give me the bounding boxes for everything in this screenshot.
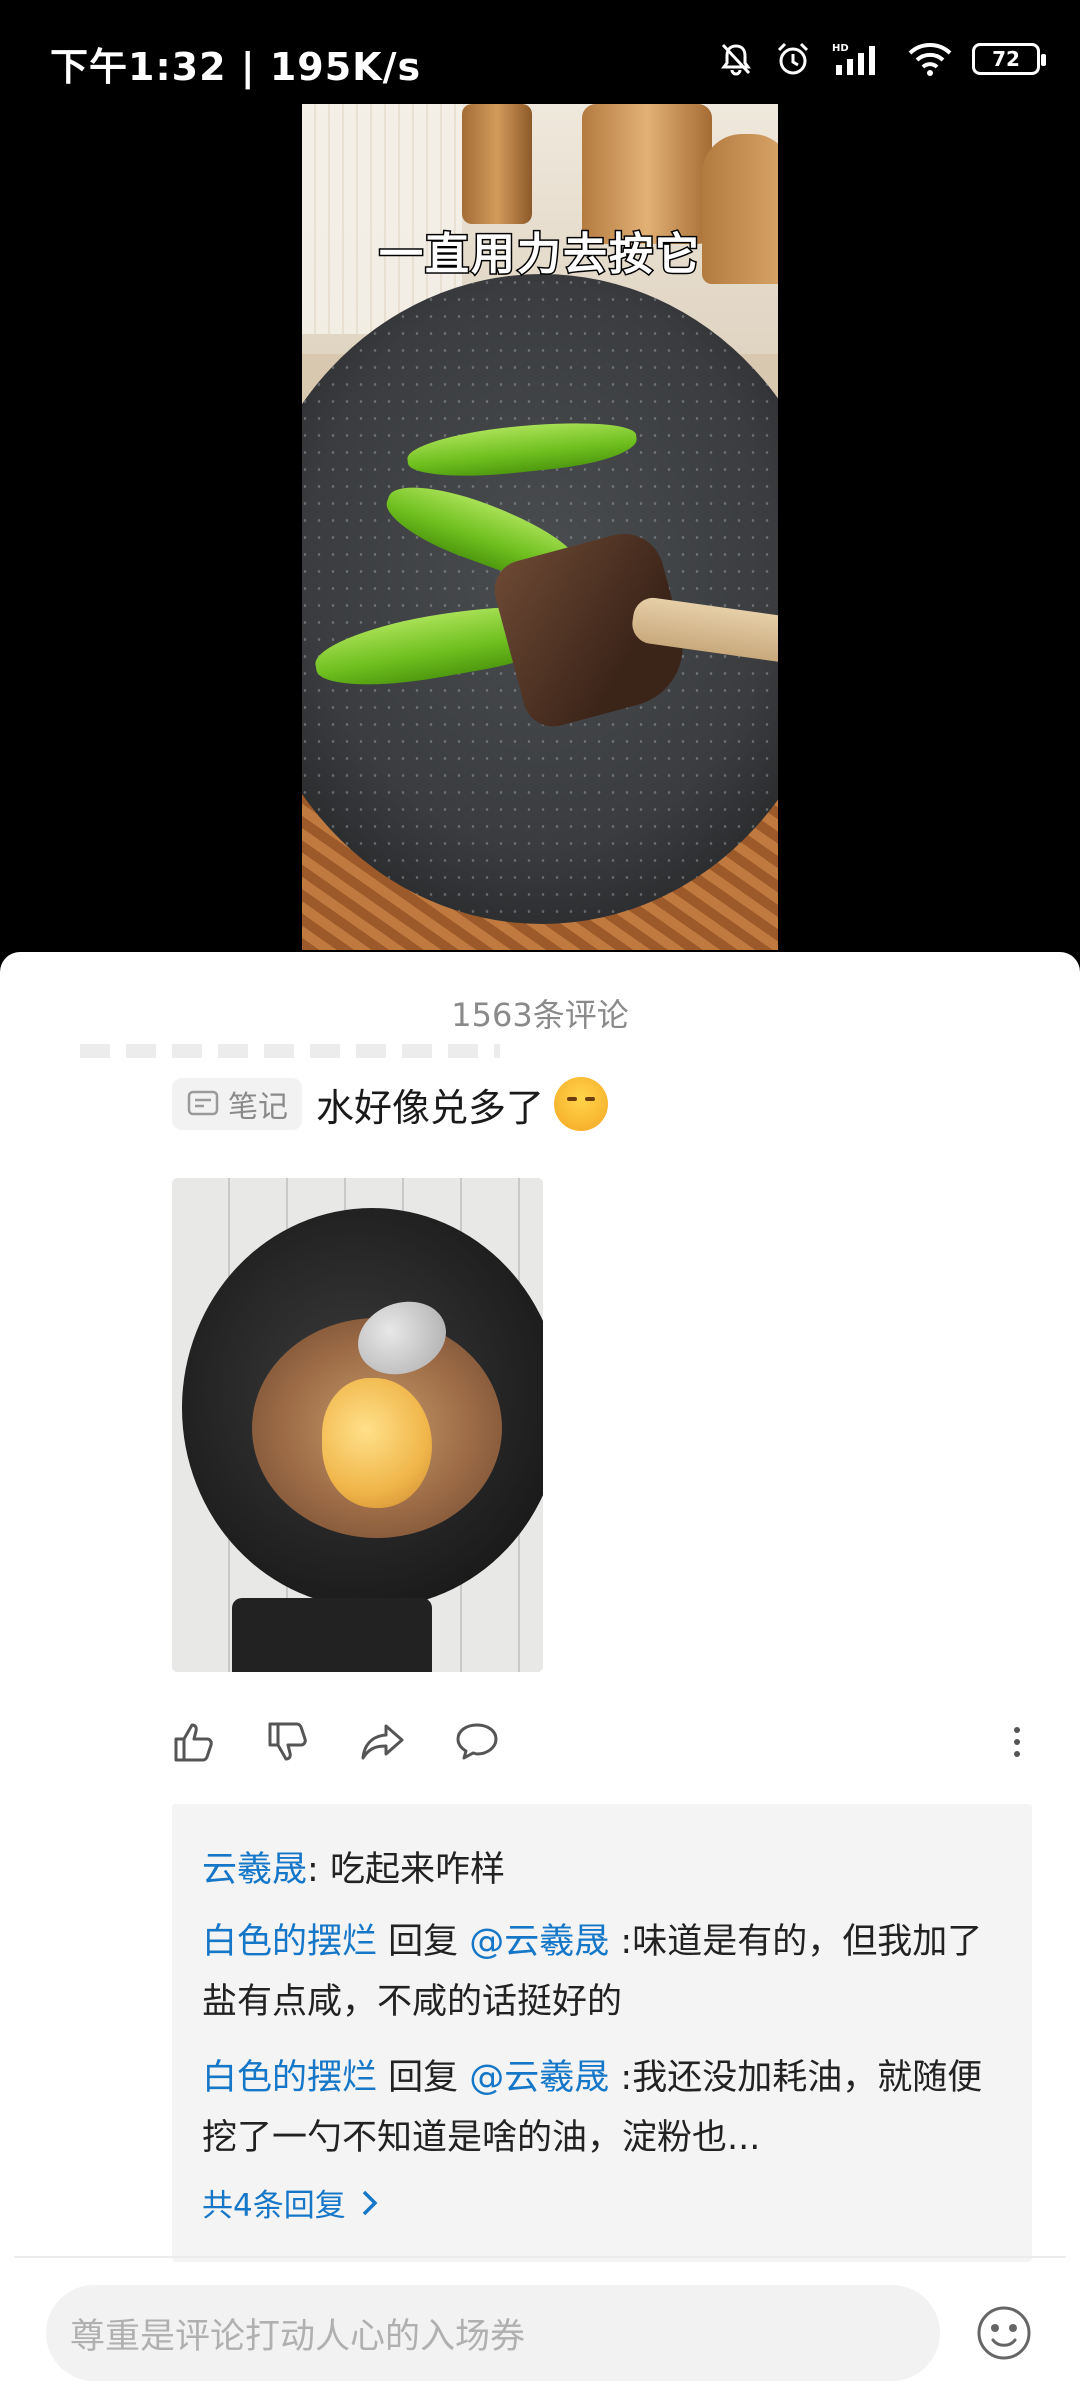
svg-text:HD: HD: [832, 43, 849, 54]
reply-item: 白色的摆烂 回复 @云羲晟 :味道是有的，但我加了盐有点咸，不咸的话挺好的: [202, 1912, 1002, 2032]
hd-signal-icon: HD: [832, 43, 875, 75]
more-options-icon[interactable]: [1002, 1717, 1032, 1767]
like-button[interactable]: [172, 1717, 266, 1767]
wifi-icon: [908, 43, 952, 76]
video-caption: 一直用力去按它: [378, 228, 701, 282]
comment-text: 水好像兑多了: [316, 1085, 545, 1130]
battery-icon: 72: [972, 43, 1046, 75]
video-player[interactable]: 一直用力去按它: [302, 104, 778, 950]
scrolled-text-remnant: [80, 1044, 500, 1058]
status-icons: HD 72: [718, 40, 1046, 78]
reply-target-user[interactable]: @云羲晟: [469, 2058, 609, 2098]
reply-username[interactable]: 白色的摆烂: [202, 1922, 377, 1962]
reply-button[interactable]: [454, 1717, 548, 1767]
note-tag[interactable]: 笔记: [172, 1078, 302, 1130]
comment-body: 笔记 水好像兑多了: [172, 1072, 1032, 1136]
reply-item: 白色的摆烂 回复 @云羲晟 :我还没加耗油，就随便挖了一勺不知道是啥的油，淀粉也…: [202, 2048, 1002, 2168]
dislike-button[interactable]: [266, 1717, 360, 1767]
alarm-icon: [777, 42, 809, 75]
status-bar: 下午1:32 | 195K/s HD 72: [0, 0, 1080, 100]
mute-bell-icon: [721, 43, 751, 76]
comment-count-title: 1563条评论: [451, 996, 629, 1034]
note-icon: [187, 1090, 219, 1116]
reply-word: 回复: [377, 1922, 470, 1962]
comment-actions: [172, 1712, 1032, 1772]
comment-input-placeholder: 尊重是评论打动人心的入场券: [70, 2316, 526, 2357]
view-all-replies-link[interactable]: 共4条回复: [202, 2180, 1002, 2225]
divider: [14, 2256, 1066, 2258]
speech-bubble-icon: [456, 1723, 498, 1760]
share-arrow-icon: [361, 1724, 404, 1760]
smiley-icon: [977, 2306, 1031, 2360]
comment-sheet: 1563条评论 笔记 水好像兑多了 云羲晟: 吃起来咋样 白色的摆烂 回复 @云…: [0, 952, 1080, 2400]
share-button[interactable]: [360, 1717, 454, 1767]
reply-username[interactable]: 白色的摆烂: [202, 2058, 377, 2098]
comment-item: 笔记 水好像兑多了 云羲晟: 吃起来咋样 白色的摆烂 回复 @云羲晟:味道是有…: [172, 1072, 1032, 2262]
note-tag-label: 笔记: [228, 1090, 288, 1125]
status-time-speed: 下午1:32 | 195K/s: [50, 45, 422, 89]
comment-photo[interactable]: [172, 1178, 543, 1672]
chevron-right-icon: [362, 2190, 378, 2215]
thumbs-down-icon: [268, 1722, 307, 1761]
thumbs-up-icon: [174, 1723, 213, 1762]
battery-level: 72: [992, 47, 1020, 71]
reply-thread[interactable]: 云羲晟: 吃起来咋样 白色的摆烂 回复 @云羲晟 :味道是有的，但我加了盐有点咸…: [172, 1804, 1032, 2262]
reply-target-user[interactable]: @云羲晟: [469, 1922, 609, 1962]
blush-emoji-icon: [554, 1077, 609, 1131]
comment-input[interactable]: 尊重是评论打动人心的入场券: [46, 2285, 940, 2381]
reply-text: 吃起来咋样: [329, 1850, 505, 1890]
reply-username[interactable]: 云羲晟: [202, 1850, 307, 1890]
reply-word: 回复: [377, 2058, 470, 2098]
reply-item: 云羲晟: 吃起来咋样: [202, 1850, 505, 1890]
emoji-button[interactable]: [974, 2303, 1034, 2363]
